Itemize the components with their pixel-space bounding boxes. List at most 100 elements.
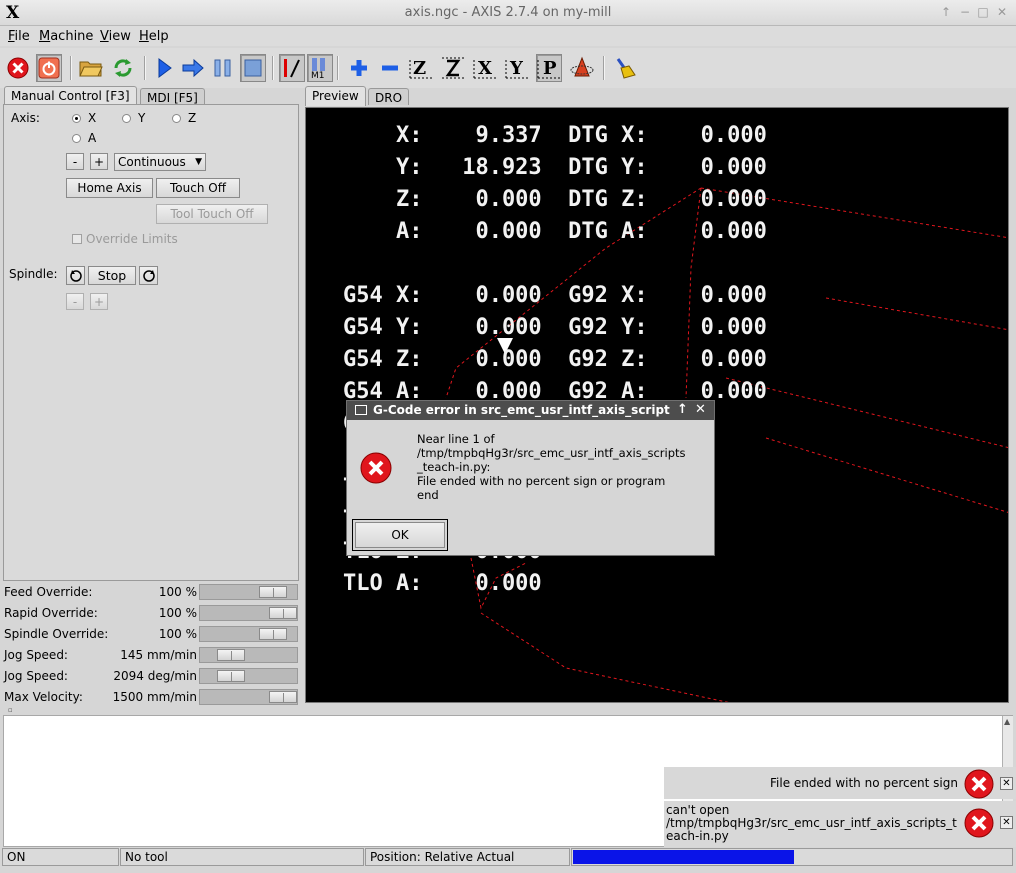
spindle-plus-button[interactable]: + [90,293,108,310]
dialog-close-icon[interactable]: ✕ [695,402,706,417]
override-slider[interactable] [199,605,298,621]
zoom-out-icon[interactable] [377,54,403,82]
override-limits-checkbox[interactable] [72,234,82,244]
tab-preview[interactable]: Preview [305,86,366,106]
axis-x-label: X [88,111,97,125]
reload-icon[interactable] [110,54,136,82]
override-value: 2094 deg/min [113,669,197,683]
axis-y-radio[interactable] [122,114,131,123]
notification: File ended with no percent sign ✕ [664,767,1016,799]
slider-thumb[interactable] [269,691,297,703]
menu-help[interactable]: Help [139,29,169,44]
menu-file[interactable]: File [8,29,30,44]
window-raise-button[interactable]: ↑ [939,5,953,19]
spindle-stop-button[interactable]: Stop [88,266,136,285]
override-slider[interactable] [199,689,298,705]
touch-off-button[interactable]: Touch Off [156,178,240,198]
view-p-icon[interactable]: P [536,54,562,82]
ok-button-frame: OK [352,519,448,551]
dialog-title: G-Code error in src_emc_usr_intf_axis_sc… [373,403,670,417]
spindle-ccw-icon[interactable] [66,266,85,285]
override-value: 100 % [158,606,197,620]
axis-y-label: Y [138,111,146,125]
open-file-icon[interactable] [78,54,104,82]
axis-x-radio[interactable] [72,114,81,123]
gcode-error-dialog: G-Code error in src_emc_usr_intf_axis_sc… [346,400,715,556]
axis-z-radio[interactable] [172,114,181,123]
notification-close-button[interactable]: ✕ [1000,777,1013,790]
tab-dro[interactable]: DRO [368,88,410,105]
tab-mdi[interactable]: MDI [F5] [140,88,205,105]
jog-mode-select[interactable]: Continuous ▼ [114,153,206,171]
ok-button[interactable]: OK [355,522,445,548]
window-icon [355,405,367,415]
override-row: Max Velocity: 1500 mm/min [0,689,300,709]
slider-thumb[interactable] [217,670,245,682]
notification-text: can't open /tmp/tmpbqHg3r/src_emc_usr_in… [666,803,957,843]
dro-line: X: 9.337 DTG X: 0.000 [343,123,767,148]
view-x-label: X [478,58,492,79]
view-z-label: Z [413,58,426,79]
window-close-button[interactable]: ✕ [995,5,1009,19]
zoom-in-icon[interactable] [346,54,372,82]
spindle-minus-button[interactable]: - [66,293,84,310]
toolbar-separator [70,56,72,80]
notification-close-button[interactable]: ✕ [1000,816,1013,829]
toolbar-separator [144,56,146,80]
window-minimize-button[interactable]: − [958,5,972,19]
optional-stop-icon[interactable]: M1 [307,54,333,82]
step-icon[interactable] [180,54,206,82]
tool-touch-off-button[interactable]: Tool Touch Off [156,204,268,224]
view-y-icon[interactable]: Y [504,54,530,82]
override-label: Max Velocity: [4,690,83,704]
error-icon [360,452,392,487]
jog-plus-button[interactable]: + [90,153,108,170]
view-z2-icon[interactable] [440,54,466,82]
menu-machine[interactable]: Machine [39,29,93,44]
axis-a-radio[interactable] [72,134,81,143]
status-progress [571,848,1013,866]
resize-handle-icon[interactable]: ▫ [8,706,13,714]
override-slider[interactable] [199,647,298,663]
machine-power-icon[interactable] [36,54,62,82]
dialog-titlebar: G-Code error in src_emc_usr_intf_axis_sc… [347,401,714,420]
override-row: Feed Override: 100 % [0,584,300,604]
toolbar-separator [337,56,339,80]
view-x-icon[interactable]: X [472,54,498,82]
home-axis-button[interactable]: Home Axis [66,178,153,198]
scroll-up-icon[interactable]: ▲ [1004,717,1010,726]
window-maximize-button[interactable]: □ [976,5,990,19]
override-row: Spindle Override: 100 % [0,626,300,646]
spindle-cw-icon[interactable] [139,266,158,285]
view-z-icon[interactable]: Z [408,54,434,82]
pause-icon[interactable] [210,54,236,82]
toolpath-line [765,437,1008,513]
stop-icon[interactable] [240,54,266,82]
override-slider[interactable] [199,668,298,684]
override-label: Jog Speed: [4,669,68,683]
error-icon [964,808,994,841]
dialog-raise-icon[interactable]: ↑ [677,402,688,417]
tab-manual-control[interactable]: Manual Control [F3] [4,86,137,106]
slider-thumb[interactable] [259,586,287,598]
slider-thumb[interactable] [269,607,297,619]
view-y-label: Y [509,58,524,79]
clear-plot-icon[interactable] [612,54,638,82]
estop-icon[interactable] [5,54,31,82]
override-slider[interactable] [199,584,298,600]
jog-mode-value: Continuous [118,155,186,169]
manual-control-panel [3,104,299,581]
status-machine: ON [2,848,119,866]
block-delete-icon[interactable] [279,54,305,82]
toolpath-line [825,297,1008,331]
rotate-view-icon[interactable] [569,54,595,82]
dro-line: G54 Z: 0.000 G92 Z: 0.000 [343,347,767,372]
slider-thumb[interactable] [217,649,245,661]
override-slider[interactable] [199,626,298,642]
run-icon[interactable] [151,54,177,82]
status-position: Position: Relative Actual [365,848,570,866]
toolpath-line [480,612,729,702]
jog-minus-button[interactable]: - [66,153,84,170]
slider-thumb[interactable] [259,628,287,640]
menu-view[interactable]: View [100,29,131,44]
